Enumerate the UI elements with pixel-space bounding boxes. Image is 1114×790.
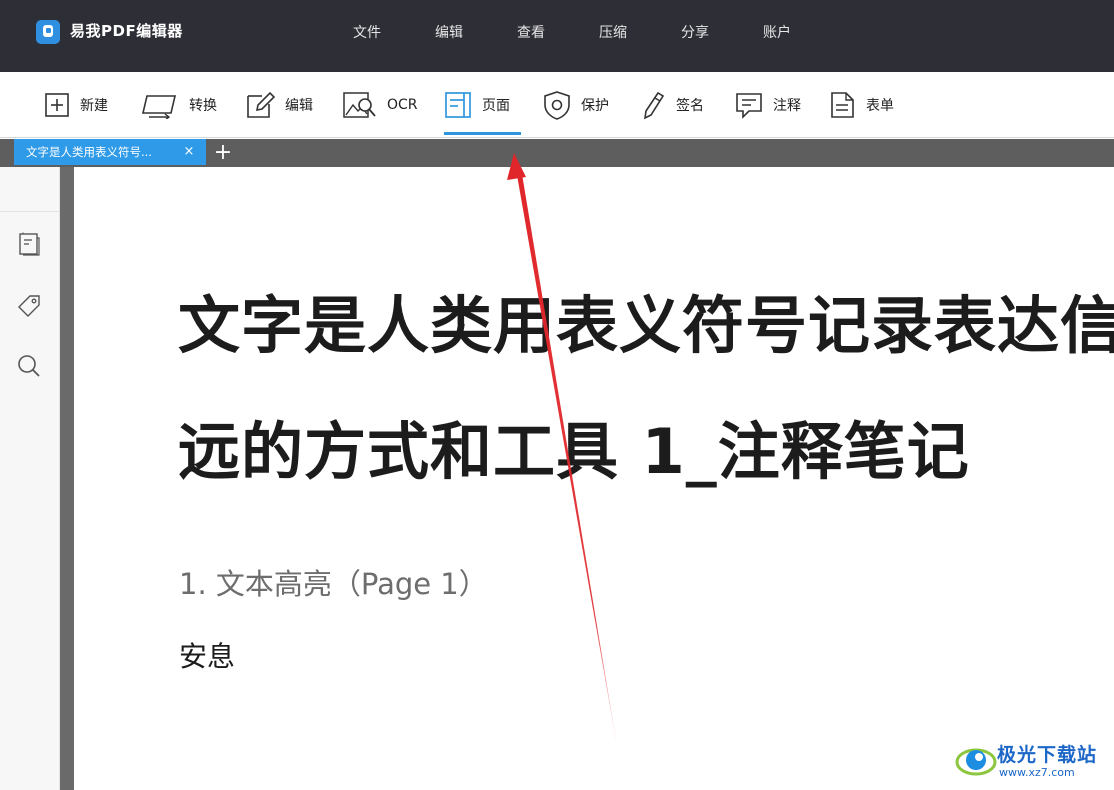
document-title-line-2: 远的方式和工具 1_注释笔记	[178, 415, 970, 488]
page-icon	[445, 92, 471, 118]
side-panel-divider	[0, 211, 60, 212]
toolbar-page-button[interactable]: 页面	[444, 72, 521, 138]
toolbar-convert-label: 转换	[189, 98, 217, 114]
app-logo-icon	[36, 20, 60, 44]
document-tab-strip: 文字是人类用表义符号... × +	[0, 139, 1114, 167]
menu-account[interactable]: 账户	[736, 22, 818, 42]
toolbar-annotate-button[interactable]: 注释	[735, 72, 801, 138]
document-page: 文字是人类用表义符号记录表达信 远的方式和工具 1_注释笔记 1. 文本高亮（P…	[74, 167, 1114, 790]
toolbar-new-button[interactable]: 新建	[44, 72, 108, 138]
toolbar-form-label: 表单	[866, 98, 894, 114]
menu-share[interactable]: 分享	[654, 22, 736, 42]
menu-view[interactable]: 查看	[490, 22, 572, 42]
toolbar-convert-button[interactable]: 转换	[141, 72, 217, 138]
app-name: 易我PDF编辑器	[70, 22, 183, 40]
comment-icon	[736, 93, 762, 119]
toolbar-form-button[interactable]: 表单	[830, 72, 894, 138]
watermark-url: www.xz7.com	[999, 766, 1075, 779]
toolbar-sign-button[interactable]: 签名	[640, 72, 704, 138]
title-bar: 易我PDF编辑器 文件 编辑 查看 压缩 分享 账户	[0, 0, 1114, 72]
side-panel	[0, 167, 60, 790]
watermark-logo-icon	[955, 748, 997, 776]
toolbar-ocr-button[interactable]: OCR	[343, 72, 418, 138]
tab-close-icon[interactable]: ×	[182, 139, 196, 165]
app-window: 易我PDF编辑器 文件 编辑 查看 压缩 分享 账户 新建 转换 编辑 OCR …	[0, 0, 1114, 790]
page-scroll-gutter	[60, 167, 74, 790]
toolbar-protect-button[interactable]: 保护	[543, 72, 609, 138]
toolbar-ocr-label: OCR	[387, 97, 418, 113]
thumbnails-button[interactable]	[14, 229, 44, 259]
pages-icon	[19, 232, 40, 256]
toolbar: 新建 转换 编辑 OCR 页面 保护 签名 注释 表单	[0, 72, 1114, 138]
toolbar-annotate-label: 注释	[773, 98, 801, 114]
document-title-line-1: 文字是人类用表义符号记录表达信	[178, 289, 1114, 362]
toolbar-sign-label: 签名	[676, 98, 704, 114]
search-button[interactable]	[14, 351, 44, 381]
bookmark-tag-icon	[18, 295, 40, 317]
bookmarks-button[interactable]	[14, 291, 44, 321]
pen-icon	[643, 91, 665, 120]
toolbar-page-label: 页面	[482, 98, 510, 114]
watermark-name: 极光下载站	[997, 744, 1098, 766]
ocr-image-search-icon	[343, 92, 376, 118]
search-icon	[18, 355, 40, 377]
menu-file[interactable]: 文件	[326, 22, 408, 42]
shield-icon	[544, 91, 570, 120]
convert-icon	[141, 95, 177, 119]
edit-icon	[247, 91, 275, 118]
document-body-text: 安息	[179, 640, 236, 673]
document-tab[interactable]: 文字是人类用表义符号... ×	[14, 139, 206, 165]
new-tab-button[interactable]: +	[212, 139, 234, 167]
plus-box-icon	[45, 93, 69, 117]
toolbar-new-label: 新建	[80, 98, 108, 114]
main-menu: 文件 编辑 查看 压缩 分享 账户	[326, 22, 818, 42]
form-icon	[831, 92, 854, 118]
document-tab-title: 文字是人类用表义符号...	[26, 145, 152, 159]
toolbar-protect-label: 保护	[581, 98, 609, 114]
toolbar-edit-button[interactable]: 编辑	[245, 72, 313, 138]
document-heading: 1. 文本高亮（Page 1）	[179, 567, 488, 601]
menu-edit[interactable]: 编辑	[408, 22, 490, 42]
site-watermark: 极光下载站 www.xz7.com	[955, 738, 1110, 784]
toolbar-edit-label: 编辑	[285, 98, 313, 114]
menu-compress[interactable]: 压缩	[572, 22, 654, 42]
